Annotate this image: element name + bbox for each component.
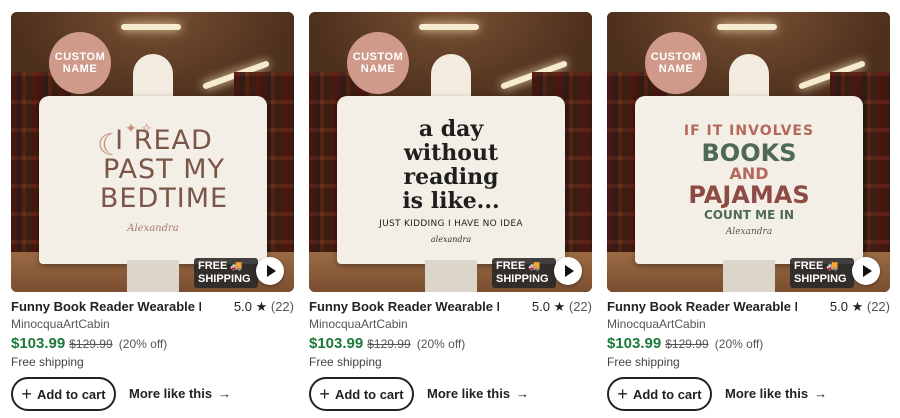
free-shipping-badge: FREE 🚚 SHIPPING <box>790 258 854 288</box>
product-image[interactable]: IF IT INVOLVES BOOKS AND PAJAMAS COUNT M… <box>607 12 890 292</box>
shipping-badge-line: SHIPPING <box>198 273 251 285</box>
product-title[interactable]: Funny Book Reader Wearable Ho... <box>607 299 797 314</box>
design-text: BEDTIME <box>99 183 229 214</box>
stars-icon: ✦ ✧ <box>125 120 153 136</box>
custom-name-badge: CUSTOM NAME <box>347 32 409 94</box>
design-text: without <box>403 139 499 166</box>
play-video-icon[interactable] <box>256 257 284 285</box>
truck-icon: 🚚 <box>528 261 541 272</box>
design-text: PAJAMAS <box>688 181 810 209</box>
product-card[interactable]: ☾ ✦ ✧ I READ PAST MY BEDTIME Alexandra C… <box>11 12 294 412</box>
review-count: (22) <box>270 299 294 314</box>
blanket-design: IF IT INVOLVES BOOKS AND PAJAMAS COUNT M… <box>635 96 863 264</box>
moon-icon: ☾ <box>97 129 124 162</box>
sale-price: $103.99 <box>309 335 364 352</box>
more-like-this-link[interactable]: More like this → <box>129 386 231 401</box>
rating: 5.0 ★ (22) <box>532 299 592 315</box>
legs <box>425 260 477 292</box>
shipping-badge-line: FREE <box>496 260 526 272</box>
play-video-icon[interactable] <box>554 257 582 285</box>
ceiling-light <box>121 24 181 30</box>
review-count: (22) <box>866 299 890 314</box>
custom-name-badge: CUSTOM NAME <box>645 32 707 94</box>
discount: (20% off) <box>714 337 764 351</box>
price: $103.99 $129.99 (20% off) <box>607 335 763 352</box>
truck-icon: 🚚 <box>230 261 243 272</box>
plus-icon: + <box>617 384 628 404</box>
discount: (20% off) <box>416 337 466 351</box>
design-text: reading <box>403 163 499 190</box>
blanket-design: ☾ ✦ ✧ I READ PAST MY BEDTIME Alexandra <box>39 96 267 264</box>
star-icon: ★ <box>851 299 864 314</box>
shipping-badge-line: FREE <box>198 260 228 272</box>
product-card[interactable]: IF IT INVOLVES BOOKS AND PAJAMAS COUNT M… <box>607 12 890 412</box>
design-text: IF IT INVOLVES <box>683 123 815 139</box>
design-signature: Alexandra <box>127 223 179 234</box>
arrow-right-icon: → <box>516 386 530 401</box>
product-image[interactable]: a day without reading is like... JUST KI… <box>309 12 592 292</box>
design-text: a day <box>418 115 484 142</box>
review-count: (22) <box>568 299 592 314</box>
shipping-badge-line: SHIPPING <box>794 273 847 285</box>
original-price: $129.99 <box>69 337 113 351</box>
free-shipping-badge: FREE 🚚 SHIPPING <box>194 258 258 288</box>
arrow-right-icon: → <box>218 386 232 401</box>
product-title[interactable]: Funny Book Reader Wearable Ho... <box>309 299 499 314</box>
free-shipping-badge: FREE 🚚 SHIPPING <box>492 258 556 288</box>
original-price: $129.99 <box>665 337 709 351</box>
shipping-info: Free shipping <box>11 355 84 369</box>
arrow-right-icon: → <box>814 386 828 401</box>
design-text: COUNT ME IN <box>704 208 794 222</box>
add-to-cart-label: Add to cart <box>632 386 702 402</box>
rating-value: 5.0 <box>233 299 252 314</box>
sale-price: $103.99 <box>11 335 66 352</box>
discount: (20% off) <box>118 337 168 351</box>
plus-icon: + <box>319 384 330 404</box>
design-signature: Alexandra <box>725 227 773 237</box>
star-icon: ★ <box>553 299 566 314</box>
sale-price: $103.99 <box>607 335 662 352</box>
product-card[interactable]: a day without reading is like... JUST KI… <box>309 12 592 412</box>
shipping-badge-line: SHIPPING <box>496 273 549 285</box>
shop-name[interactable]: MinocquaArtCabin <box>11 317 110 331</box>
shipping-badge-line: FREE <box>794 260 824 272</box>
design-subtext: JUST KIDDING I HAVE NO IDEA <box>379 218 523 229</box>
add-to-cart-label: Add to cart <box>334 386 404 402</box>
rating: 5.0 ★ (22) <box>830 299 890 315</box>
ceiling-light <box>419 24 479 30</box>
more-like-this-label: More like this <box>427 386 511 401</box>
add-to-cart-button[interactable]: + Add to cart <box>11 377 116 411</box>
design-text: BOOKS <box>701 139 797 167</box>
product-image[interactable]: ☾ ✦ ✧ I READ PAST MY BEDTIME Alexandra C… <box>11 12 294 292</box>
more-like-this-label: More like this <box>725 386 809 401</box>
product-title[interactable]: Funny Book Reader Wearable Ho... <box>11 299 201 314</box>
price: $103.99 $129.99 (20% off) <box>309 335 465 352</box>
ceiling-light <box>717 24 777 30</box>
shop-name[interactable]: MinocquaArtCabin <box>607 317 706 331</box>
design-signature: alexandra <box>430 234 472 244</box>
rating: 5.0 ★ (22) <box>234 299 294 315</box>
custom-name-badge: CUSTOM NAME <box>49 32 111 94</box>
price: $103.99 $129.99 (20% off) <box>11 335 167 352</box>
shop-name[interactable]: MinocquaArtCabin <box>309 317 408 331</box>
more-like-this-link[interactable]: More like this → <box>725 386 827 401</box>
more-like-this-label: More like this <box>129 386 213 401</box>
truck-icon: 🚚 <box>826 261 839 272</box>
blanket-design: a day without reading is like... JUST KI… <box>337 96 565 264</box>
rating-value: 5.0 <box>531 299 550 314</box>
shipping-info: Free shipping <box>607 355 680 369</box>
legs <box>723 260 775 292</box>
plus-icon: + <box>21 384 32 404</box>
star-icon: ★ <box>255 299 268 314</box>
rating-value: 5.0 <box>829 299 848 314</box>
design-text: is like... <box>402 187 500 214</box>
original-price: $129.99 <box>367 337 411 351</box>
add-to-cart-label: Add to cart <box>36 386 106 402</box>
add-to-cart-button[interactable]: + Add to cart <box>607 377 712 411</box>
legs <box>127 260 179 292</box>
add-to-cart-button[interactable]: + Add to cart <box>309 377 414 411</box>
more-like-this-link[interactable]: More like this → <box>427 386 529 401</box>
shipping-info: Free shipping <box>309 355 382 369</box>
play-video-icon[interactable] <box>852 257 880 285</box>
